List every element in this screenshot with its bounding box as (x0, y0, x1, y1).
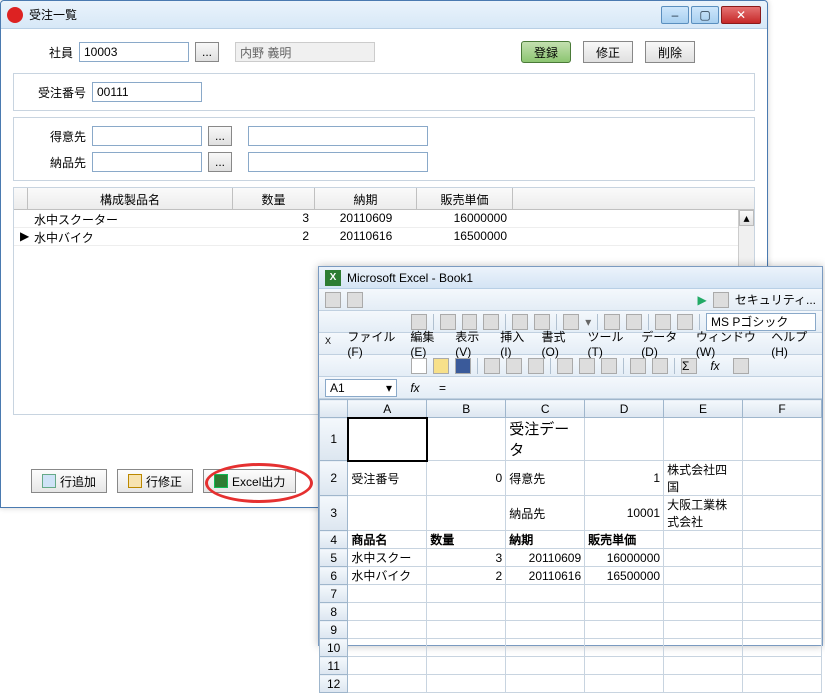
excel-icon (214, 474, 228, 488)
sort-asc-icon[interactable] (733, 358, 749, 374)
shipto-lookup-button[interactable]: ... (208, 152, 232, 172)
col-header[interactable]: A (348, 400, 427, 418)
menu-edit[interactable]: 編集(E) (406, 328, 445, 359)
current-row-marker-icon: ▶ (14, 228, 28, 245)
add-row-button[interactable]: 行追加 (31, 469, 107, 493)
order-no-input[interactable] (92, 82, 202, 102)
employee-label: 社員 (13, 44, 73, 61)
new-icon[interactable] (411, 358, 427, 374)
order-no-frame: 受注番号 (13, 73, 755, 111)
formula-input[interactable] (452, 378, 816, 398)
spellcheck-icon[interactable] (528, 358, 544, 374)
copy-icon[interactable] (579, 358, 595, 374)
col-qty[interactable]: 数量 (233, 188, 315, 209)
col-header[interactable]: D (585, 400, 664, 418)
select-all-cell[interactable] (320, 400, 348, 418)
excel-export-button[interactable]: Excel出力 (203, 469, 296, 493)
close-button[interactable]: ✕ (721, 6, 761, 24)
save-icon[interactable] (455, 358, 471, 374)
sum-icon[interactable]: Σ (681, 358, 697, 374)
window-title: 受注一覧 (29, 6, 661, 23)
excel-titlebar[interactable]: X Microsoft Excel - Book1 (319, 267, 822, 289)
grid-row[interactable]: ▶ 水中バイク 2 20110616 16500000 (14, 228, 754, 246)
col-name[interactable]: 構成製品名 (28, 188, 233, 209)
shipto-label: 納品先 (26, 154, 86, 171)
titlebar[interactable]: 受注一覧 – ▢ ✕ (1, 1, 767, 29)
col-price[interactable]: 販売単価 (417, 188, 513, 209)
col-date[interactable]: 納期 (315, 188, 417, 209)
fx-label[interactable]: fx (403, 381, 427, 395)
open-icon[interactable] (433, 358, 449, 374)
redo-icon[interactable] (652, 358, 668, 374)
customer-name-input[interactable] (248, 126, 428, 146)
customer-id-input[interactable] (92, 126, 202, 146)
print-icon[interactable] (484, 358, 500, 374)
book-icon[interactable] (347, 292, 363, 308)
paste-icon[interactable] (601, 358, 617, 374)
shipto-name-input[interactable] (248, 152, 428, 172)
worksheet[interactable]: A B C D E F 1受注データ 2受注番号0得意先1株式会社四国 3納品先… (319, 399, 822, 693)
employee-id-input[interactable] (79, 42, 189, 62)
menu-file[interactable]: ファイル(F) (343, 328, 400, 359)
document-icon (42, 474, 56, 488)
workbook-icon[interactable] (325, 292, 341, 308)
menu-tools[interactable]: ツール(T) (584, 328, 632, 359)
col-header[interactable]: B (427, 400, 506, 418)
menu-data[interactable]: データ(D) (637, 328, 686, 359)
grid-header: 構成製品名 数量 納期 販売単価 (14, 188, 754, 210)
col-header[interactable]: F (743, 400, 822, 418)
menu-window[interactable]: ウィンドウ(W) (692, 328, 761, 359)
employee-lookup-button[interactable]: ... (195, 42, 219, 62)
customer-frame: 得意先 ... 納品先 ... (13, 117, 755, 181)
edit-button[interactable]: 修正 (583, 41, 633, 63)
scroll-up-icon[interactable]: ▴ (739, 210, 754, 226)
excel-menubar: X ファイル(F) 編集(E) 表示(V) 挿入(I) 書式(O) ツール(T)… (319, 333, 822, 355)
security-label[interactable]: セキュリティ... (735, 291, 816, 308)
customer-label: 得意先 (26, 128, 86, 145)
excel-app-icon: X (325, 270, 341, 286)
menu-view[interactable]: 表示(V) (451, 328, 490, 359)
excel-toolbar-1: ▶ セキュリティ... (319, 289, 822, 311)
play-icon[interactable]: ▶ (697, 293, 706, 307)
menu-help[interactable]: ヘルプ(H) (767, 328, 816, 359)
register-button[interactable]: 登録 (521, 41, 571, 63)
name-box[interactable]: A1▾ (325, 379, 397, 397)
menu-insert[interactable]: 挿入(I) (496, 328, 531, 359)
cut-icon[interactable] (557, 358, 573, 374)
excel-doc-icon[interactable]: X (325, 336, 337, 352)
minimize-button[interactable]: – (661, 6, 689, 24)
maximize-button[interactable]: ▢ (691, 6, 719, 24)
preview-icon[interactable] (506, 358, 522, 374)
col-header[interactable]: C (506, 400, 585, 418)
order-no-label: 受注番号 (26, 84, 86, 101)
undo-icon[interactable] (630, 358, 646, 374)
shipto-id-input[interactable] (92, 152, 202, 172)
app-icon (7, 7, 23, 23)
menu-format[interactable]: 書式(O) (538, 328, 578, 359)
fx-icon[interactable]: fx (703, 359, 727, 373)
delete-button[interactable]: 削除 (645, 41, 695, 63)
pencil-icon (128, 474, 142, 488)
excel-window-title: Microsoft Excel - Book1 (347, 271, 816, 285)
formula-bar: A1▾ fx = (319, 377, 822, 399)
grid-row[interactable]: 水中スクーター 3 20110609 16000000 (14, 210, 754, 228)
excel-window: X Microsoft Excel - Book1 ▶ セキュリティ... ▾ … (318, 266, 823, 646)
col-header[interactable]: E (664, 400, 743, 418)
edit-row-button[interactable]: 行修正 (117, 469, 193, 493)
employee-name-display (235, 42, 375, 62)
security-icon[interactable] (713, 292, 729, 308)
customer-lookup-button[interactable]: ... (208, 126, 232, 146)
cell-A1[interactable] (348, 418, 427, 461)
